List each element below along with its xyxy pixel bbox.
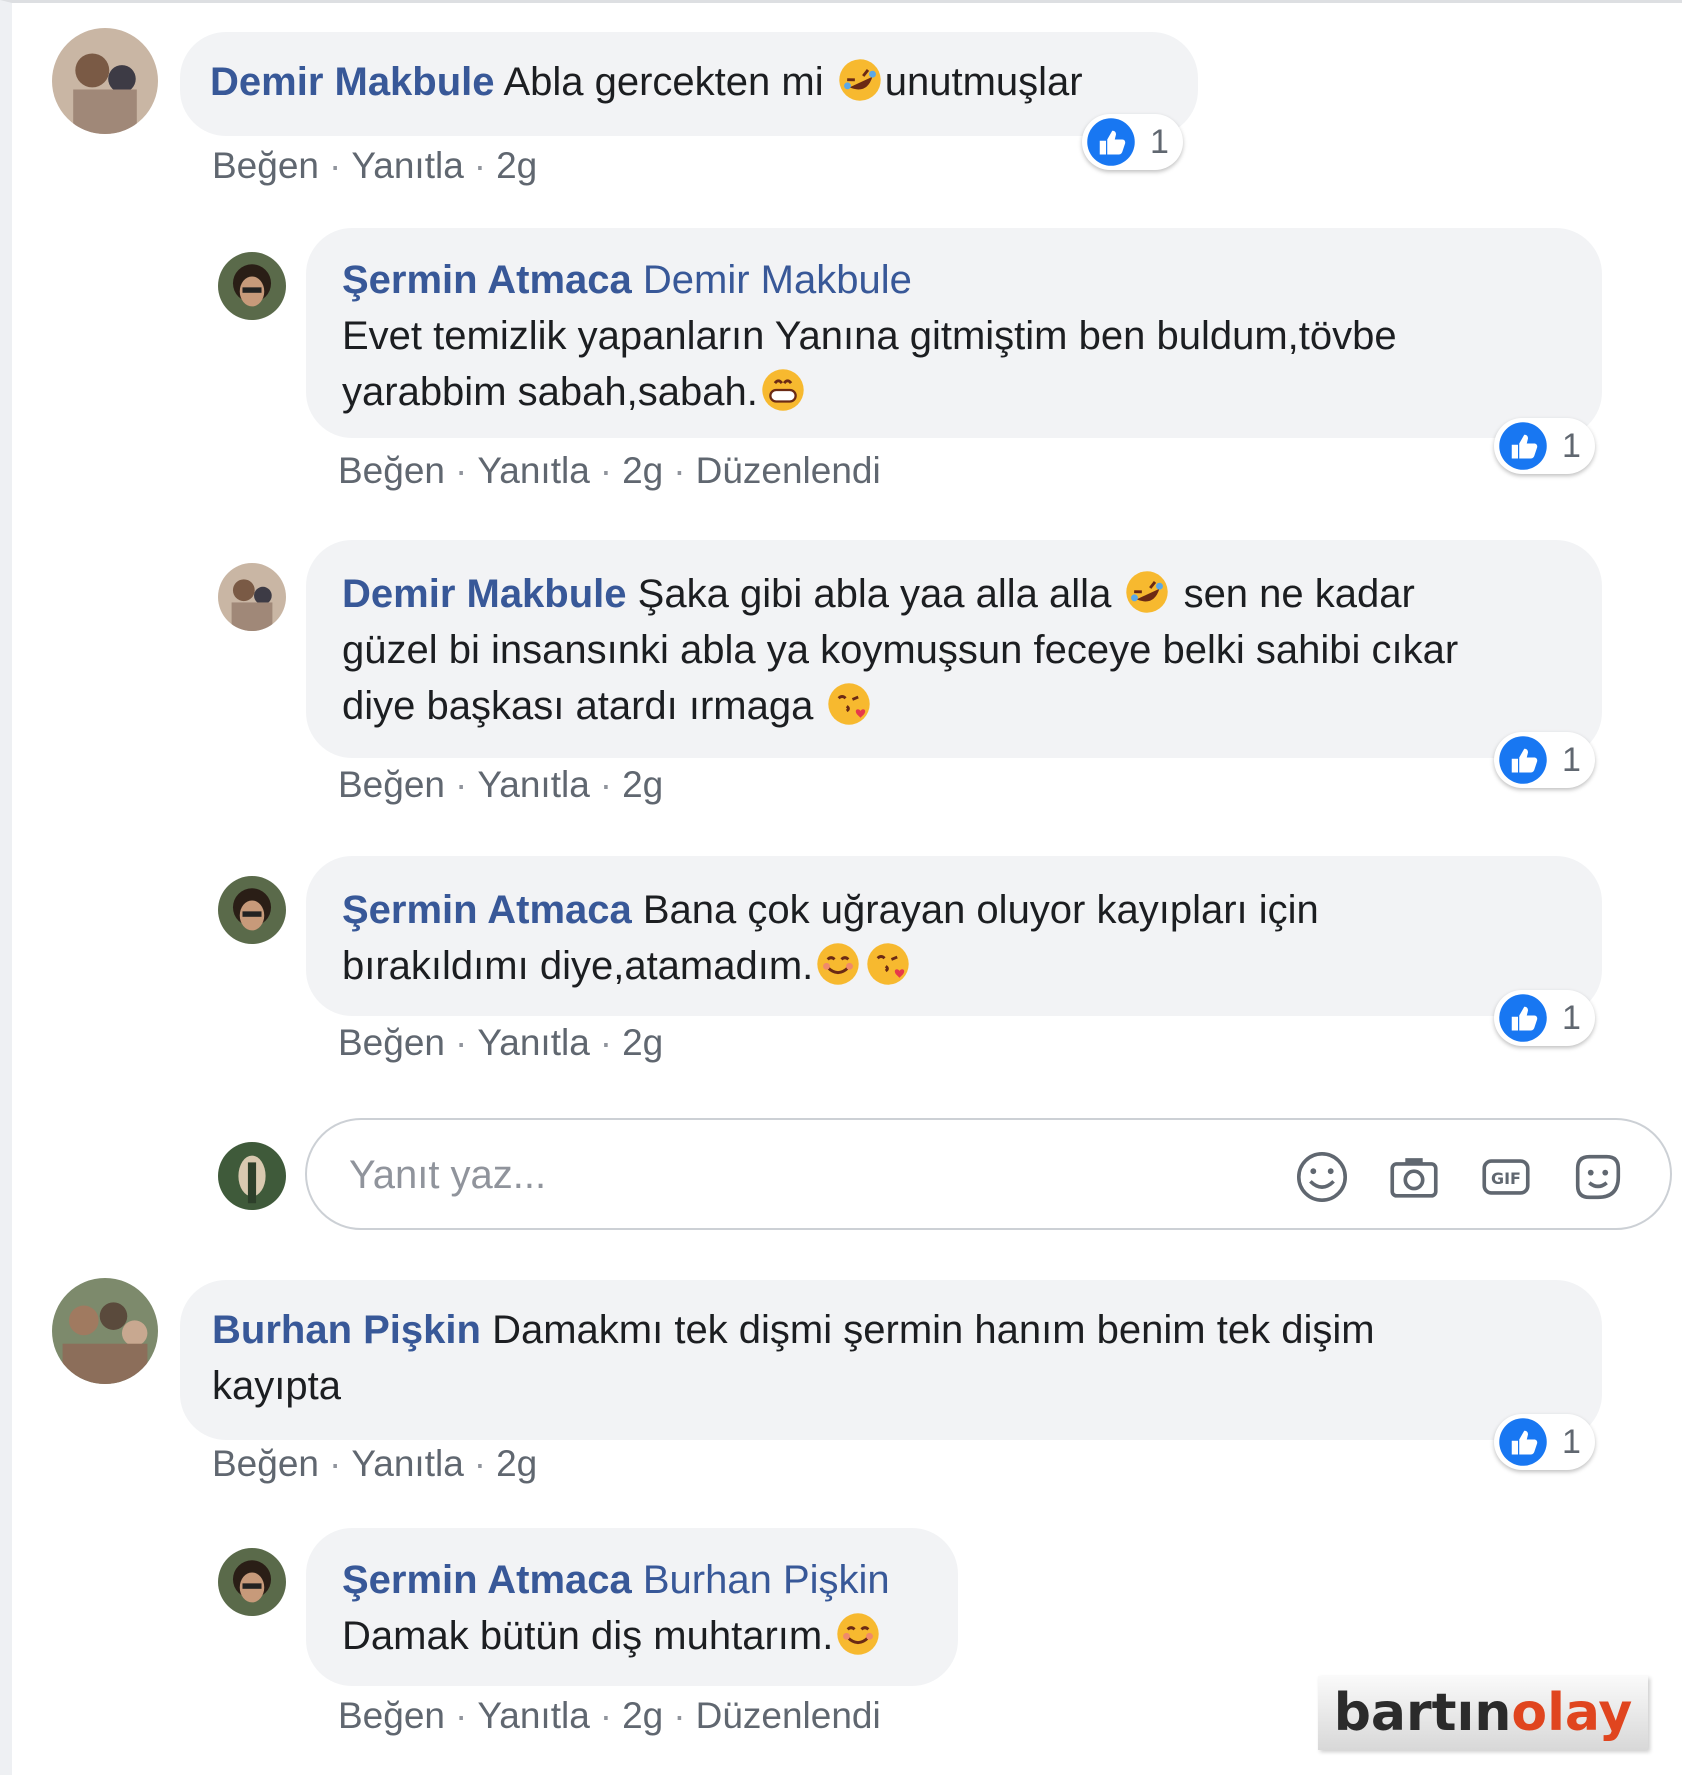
grin-emoji-icon <box>760 367 806 413</box>
comment-actions: Beğen · Yanıtla · 2g <box>212 145 538 186</box>
current-user-avatar <box>218 1142 286 1210</box>
kiss-wink-emoji-icon <box>865 941 911 987</box>
comment-actions: Beğen · Yanıtla · 2g <box>212 1443 538 1484</box>
comment-author-link[interactable]: Şermin Atmaca <box>342 258 632 302</box>
timestamp-link[interactable]: 2g <box>622 764 663 805</box>
edited-link[interactable]: Düzenlendi <box>696 1695 881 1736</box>
reply-link[interactable]: Yanıtla <box>351 145 463 186</box>
like-icon <box>1498 421 1548 471</box>
comment-text: güzel bi insansınki abla ya koymuşsun fe… <box>342 628 1459 672</box>
comment-text-end: unutmuşlar <box>884 60 1083 104</box>
like-icon <box>1498 993 1548 1043</box>
sticker-icon[interactable] <box>1569 1148 1627 1206</box>
comment-author-link[interactable]: Demir Makbule <box>210 60 495 104</box>
reaction-summary[interactable]: 1 <box>1082 114 1183 170</box>
smile-emoji-icon <box>835 1611 881 1657</box>
reply-composer: GIF <box>305 1118 1672 1230</box>
reply-link[interactable]: Yanıtla <box>477 1695 589 1736</box>
comment-text: Abla gercekten mi <box>503 60 824 104</box>
reaction-count: 1 <box>1562 740 1581 779</box>
comment-text: sen ne kadar <box>1183 572 1415 616</box>
comment-text: Bana çok uğrayan oluyor kayıpları için <box>642 888 1319 932</box>
timestamp-link[interactable]: 2g <box>496 1443 537 1484</box>
comment-bubble: Şermin Atmaca Demir Makbule Evet temizli… <box>306 228 1602 438</box>
reply-link[interactable]: Yanıtla <box>477 450 589 491</box>
rofl-emoji-icon <box>837 57 883 103</box>
timestamp-link[interactable]: 2g <box>622 1695 663 1736</box>
comment-actions: Beğen · Yanıtla · 2g · Düzenlendi <box>338 1695 881 1736</box>
comment-author-link[interactable]: Şermin Atmaca <box>342 888 632 932</box>
avatar[interactable] <box>52 1278 158 1384</box>
watermark-logo: bartınolay <box>1318 1676 1648 1750</box>
like-link[interactable]: Beğen <box>338 450 445 491</box>
like-link[interactable]: Beğen <box>338 764 445 805</box>
reaction-count: 1 <box>1150 122 1169 161</box>
like-link[interactable]: Beğen <box>338 1022 445 1063</box>
watermark-text: olay <box>1511 1683 1633 1743</box>
comment-bubble: Burhan Pişkin Damakmı tek dişmi şermin h… <box>180 1280 1602 1440</box>
like-link[interactable]: Beğen <box>212 145 319 186</box>
like-icon <box>1498 1417 1548 1467</box>
mention-link[interactable]: Burhan Pişkin <box>643 1558 890 1602</box>
like-link[interactable]: Beğen <box>212 1443 319 1484</box>
comment-text: Evet temizlik yapanların Yanına gitmişti… <box>342 314 1397 358</box>
reaction-summary[interactable]: 1 <box>1494 990 1595 1046</box>
comment-actions: Beğen · Yanıtla · 2g · Düzenlendi <box>338 450 881 491</box>
kiss-wink-emoji-icon <box>826 681 872 727</box>
emoji-icon[interactable] <box>1293 1148 1351 1206</box>
reaction-summary[interactable]: 1 <box>1494 732 1595 788</box>
avatar[interactable] <box>218 1548 286 1616</box>
comment-actions: Beğen · Yanıtla · 2g <box>338 764 664 805</box>
gif-icon[interactable]: GIF <box>1477 1148 1535 1206</box>
comment-author-link[interactable]: Burhan Pişkin <box>212 1308 481 1352</box>
like-icon <box>1498 735 1548 785</box>
reaction-count: 1 <box>1562 426 1581 465</box>
avatar[interactable] <box>218 876 286 944</box>
comment-bubble: Şermin Atmaca Burhan Pişkin Damak bütün … <box>306 1528 958 1686</box>
reaction-summary[interactable]: 1 <box>1494 418 1595 474</box>
avatar[interactable] <box>52 28 158 134</box>
avatar[interactable] <box>218 563 286 631</box>
reaction-count: 1 <box>1562 1422 1581 1461</box>
timestamp-link[interactable]: 2g <box>622 450 663 491</box>
comment-bubble: Demir Makbule Abla gercekten mi unutmuşl… <box>180 32 1198 136</box>
avatar[interactable] <box>218 252 286 320</box>
like-link[interactable]: Beğen <box>338 1695 445 1736</box>
comment-text: yarabbim sabah,sabah. <box>342 370 758 414</box>
comment-author-link[interactable]: Şermin Atmaca <box>342 1558 632 1602</box>
comment-bubble: Demir Makbule Şaka gibi abla yaa alla al… <box>306 540 1602 758</box>
comment-actions: Beğen · Yanıtla · 2g <box>338 1022 664 1063</box>
comment-text: kayıpta <box>212 1364 341 1408</box>
comment-text: Damakmı tek dişmi şermin hanım benim tek… <box>492 1308 1375 1352</box>
comment-bubble: Şermin Atmaca Bana çok uğrayan oluyor ka… <box>306 856 1602 1016</box>
rofl-emoji-icon <box>1124 569 1170 615</box>
like-icon <box>1086 117 1136 167</box>
mention-link[interactable]: Demir Makbule <box>643 258 912 302</box>
comment-author-link[interactable]: Demir Makbule <box>342 572 627 616</box>
reply-link[interactable]: Yanıtla <box>351 1443 463 1484</box>
timestamp-link[interactable]: 2g <box>622 1022 663 1063</box>
camera-icon[interactable] <box>1385 1148 1443 1206</box>
watermark-text: bartın <box>1333 1683 1512 1743</box>
smile-emoji-icon <box>815 941 861 987</box>
reaction-summary[interactable]: 1 <box>1494 1414 1595 1470</box>
reply-input[interactable] <box>347 1144 1171 1206</box>
comment-text: Damak bütün diş muhtarım. <box>342 1614 834 1658</box>
reaction-count: 1 <box>1562 998 1581 1037</box>
reply-link[interactable]: Yanıtla <box>477 1022 589 1063</box>
svg-text:GIF: GIF <box>1491 1169 1521 1188</box>
comment-text: bırakıldımı diye,atamadım. <box>342 944 814 988</box>
comment-text: Şaka gibi abla yaa alla alla <box>637 572 1112 616</box>
comment-text: diye başkası atardı ırmaga <box>342 684 814 728</box>
edited-link[interactable]: Düzenlendi <box>696 450 881 491</box>
timestamp-link[interactable]: 2g <box>496 145 537 186</box>
reply-link[interactable]: Yanıtla <box>477 764 589 805</box>
